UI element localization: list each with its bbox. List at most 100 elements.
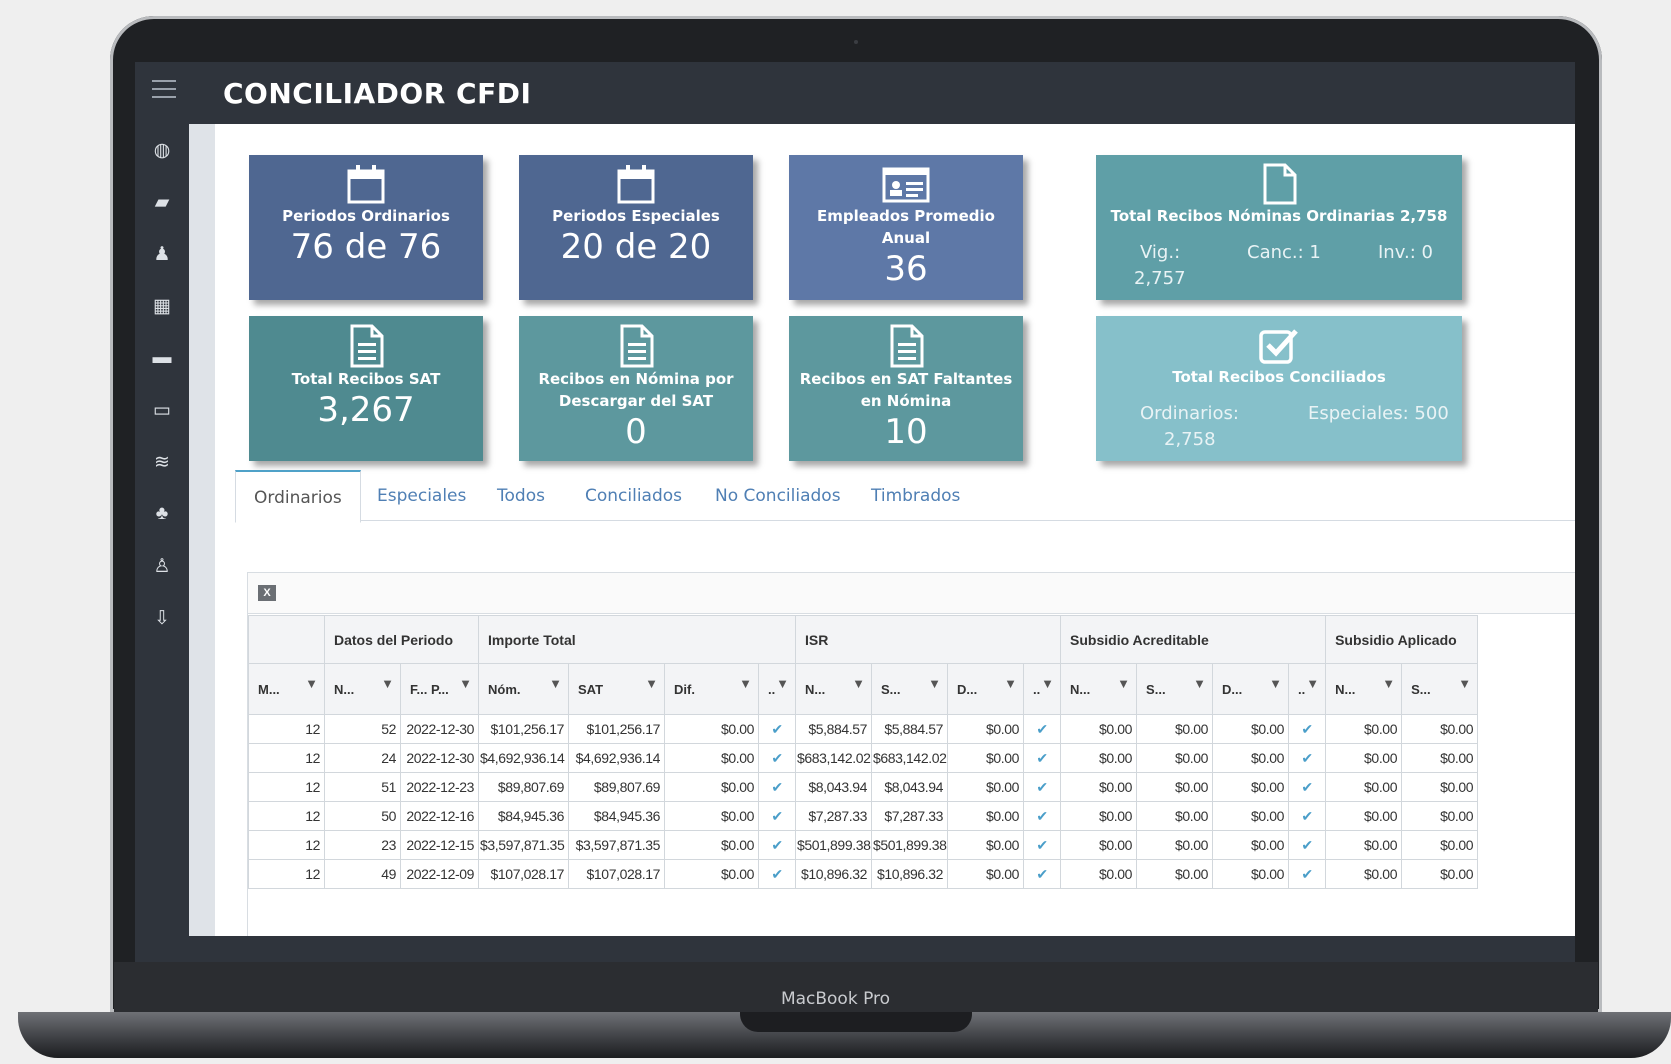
table-cell: $0.00 (1401, 801, 1479, 831)
archive-icon[interactable]: ▬ (135, 332, 189, 384)
filter-icon[interactable]: ▼ (459, 676, 472, 691)
table-cell: $0.00 (664, 714, 759, 744)
filter-icon[interactable]: ▼ (549, 676, 562, 691)
column-header[interactable]: F... P... ▼ (400, 663, 479, 715)
column-header-label: S... (881, 681, 901, 697)
column-header[interactable]: N... ▼ (1325, 663, 1403, 715)
table-row[interactable]: 12 51 2022-12-23 $89,807.69 $89,807.69 $0.00 ✔… (248, 772, 1479, 802)
filter-icon[interactable]: ▼ (1004, 676, 1017, 691)
check-icon: ✔ (1288, 772, 1327, 802)
table-row[interactable]: 12 52 2022-12-30 $101,256.17 $101,256.17 $0.0… (248, 714, 1479, 744)
id-card-icon[interactable]: ▭ (135, 384, 189, 436)
user-icon[interactable]: ♙ (135, 540, 189, 592)
column-header[interactable]: S... ▼ (871, 663, 949, 715)
table-cell: 2022-12-30 (400, 743, 479, 773)
card-empleados: Empleados Promedio Anual 36 (789, 155, 1023, 300)
card-value: 36 (884, 249, 928, 289)
table-cell: $0.00 (1325, 772, 1403, 802)
tab-especiales[interactable]: Especiales (359, 470, 484, 520)
table-cell: $10,896.32 (871, 859, 949, 889)
column-header[interactable]: S... ▼ (1401, 663, 1479, 715)
filter-icon[interactable]: ▼ (852, 676, 865, 691)
tab-ordinarios[interactable]: Ordinarios (235, 470, 361, 523)
column-header[interactable]: Nóm. ▼ (478, 663, 569, 715)
column-header[interactable]: D... ▼ (947, 663, 1025, 715)
filter-icon[interactable]: ▼ (739, 676, 752, 691)
column-header[interactable]: S... ▼ (1136, 663, 1214, 715)
table-cell: 24 (324, 743, 401, 773)
check-icon: ✔ (1023, 801, 1062, 831)
excel-export-icon[interactable]: X (258, 585, 276, 601)
table-row[interactable]: 12 50 2022-12-16 $84,945.36 $84,945.36 $0.00 ✔… (248, 801, 1479, 831)
check-icon: ✔ (1288, 743, 1327, 773)
filter-icon[interactable]: ▼ (776, 676, 789, 691)
calendar-icon[interactable]: ▦ (135, 280, 189, 332)
column-header[interactable]: N... ▼ (1060, 663, 1138, 715)
data-grid: X Datos del Periodo Importe Total ISR Subsi… (247, 572, 1575, 938)
column-header[interactable]: SAT ▼ (568, 663, 665, 715)
tab-todos[interactable]: Todos (479, 470, 563, 520)
document-icon (1263, 163, 1297, 205)
filter-icon[interactable]: ▼ (1382, 676, 1395, 691)
person-icon[interactable]: ♟ (135, 228, 189, 280)
card-label: Periodos Especiales (552, 207, 720, 225)
app-title: CONCILIADOR CFDI (223, 77, 532, 110)
filter-icon[interactable]: ▼ (1041, 676, 1054, 691)
table-cell: $7,287.33 (871, 801, 949, 831)
id-card-icon (882, 167, 930, 203)
check-icon: ✔ (1023, 714, 1062, 744)
download-icon[interactable]: ⇩ (135, 592, 189, 644)
column-header[interactable]: M... ▼ (248, 663, 325, 715)
column-header-label: N... (1070, 681, 1091, 697)
table-cell: $0.00 (1136, 772, 1214, 802)
filter-icon[interactable]: ▼ (1193, 676, 1206, 691)
column-header-label: Dif. (674, 681, 695, 697)
table-row[interactable]: 12 23 2022-12-15 $3,597,871.35 $3,597,871.35… (248, 830, 1479, 860)
column-header[interactable]: D... ▼ (1212, 663, 1290, 715)
tab-no-conciliados[interactable]: No Conciliados (697, 470, 859, 520)
table-cell: $0.00 (1401, 743, 1479, 773)
table-cell: $501,899.38 (871, 830, 949, 860)
column-header[interactable]: .. ▼ (1023, 663, 1062, 715)
card-value: 10 (884, 412, 928, 452)
tab-timbrados[interactable]: Timbrados (853, 470, 978, 520)
vig-label: Vig.: (1140, 242, 1181, 263)
filter-icon[interactable]: ▼ (645, 676, 658, 691)
group-icon[interactable]: ♣ (135, 488, 189, 540)
table-cell: $3,597,871.35 (478, 830, 569, 860)
table-cell: $0.00 (1136, 801, 1214, 831)
column-header[interactable]: .. ▼ (757, 663, 797, 715)
column-header[interactable]: Dif. ▼ (664, 663, 759, 715)
column-header[interactable]: .. ▼ (1288, 663, 1327, 715)
table-cell: $0.00 (1136, 859, 1214, 889)
column-header-label: N... (805, 681, 826, 697)
table-row[interactable]: 12 49 2022-12-09 $107,028.17 $107,028.17 $0.0… (248, 859, 1479, 889)
column-header[interactable]: N... ▼ (324, 663, 401, 715)
globe-icon[interactable]: ◍ (135, 124, 189, 176)
filter-icon[interactable]: ▼ (305, 676, 318, 691)
menu-icon[interactable] (152, 80, 176, 102)
card-label: Recibos en SAT Faltantes en Nómina (799, 370, 1013, 410)
table-cell: $0.00 (1136, 743, 1214, 773)
tab-conciliados[interactable]: Conciliados (567, 470, 700, 520)
table-cell: $0.00 (1060, 714, 1138, 744)
check-icon: ✔ (1023, 743, 1062, 773)
column-header-label: D... (957, 681, 978, 697)
filter-icon[interactable]: ▼ (1458, 676, 1471, 691)
filter-icon[interactable]: ▼ (1269, 676, 1282, 691)
filter-icon[interactable]: ▼ (1306, 676, 1319, 691)
group-header: Subsidio Aplicado (1325, 615, 1479, 664)
database-icon[interactable]: ≋ (135, 436, 189, 488)
filter-icon[interactable]: ▼ (381, 676, 394, 691)
table-row[interactable]: 12 24 2022-12-30 $4,692,936.14 $4,692,936.14… (248, 743, 1479, 773)
column-header-label: D... (1222, 681, 1243, 697)
group-header: Importe Total (477, 615, 797, 664)
filter-icon[interactable]: ▼ (1117, 676, 1130, 691)
column-header[interactable]: N... ▼ (795, 663, 873, 715)
ticket-icon[interactable]: ▰ (135, 176, 189, 228)
table-cell: $0.00 (1060, 830, 1138, 860)
table-cell: 12 (248, 714, 325, 744)
filter-icon[interactable]: ▼ (928, 676, 941, 691)
table-cell: 12 (248, 772, 325, 802)
column-header-label: M... (258, 681, 280, 697)
